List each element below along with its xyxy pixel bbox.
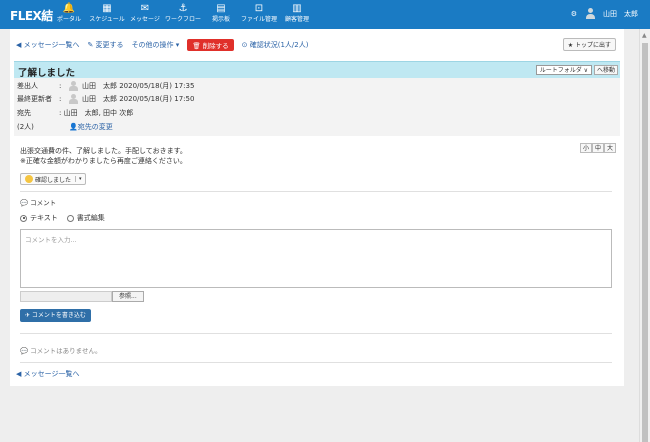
- smiley-icon: [25, 175, 33, 183]
- main-nav: 🔔 ポータル ▦ スケジュール ✉ メッセージ ⚓ ワークフロー ▤ 掲示板 ⊡ ファイル管理 ▥ 顧客管…: [50, 2, 316, 28]
- text-mode-radio[interactable]: [20, 214, 27, 222]
- sender-value: 山田 太郎 2020/05/18(月) 17:35: [82, 82, 195, 90]
- divider: [20, 191, 612, 192]
- browse-button[interactable]: 参照...: [112, 291, 144, 302]
- nav-item-workflow[interactable]: ⚓ ワークフロー: [164, 2, 202, 28]
- comment-header: 💬 コメント: [20, 199, 57, 207]
- nav-label: ポータル: [56, 16, 81, 23]
- mail-icon: ✉: [140, 3, 150, 14]
- font-medium-button[interactable]: 中: [591, 143, 604, 153]
- confirm-status-link[interactable]: ⊙ 確認状況(1人/2人): [242, 40, 309, 50]
- workflow-icon: ⚓: [178, 3, 188, 14]
- message-toolbar: ◀ メッセージ一覧へ ✎ 変更する その他の操作 ▾ 🗑 削除する ⊙ 確認状況…: [16, 38, 616, 52]
- message-detail-panel: ◀ メッセージ一覧へ ✎ 変更する その他の操作 ▾ 🗑 削除する ⊙ 確認状況…: [10, 29, 624, 386]
- user-area: ⚙ 山田 太郎: [571, 8, 638, 20]
- sender-label: 差出人: [17, 82, 38, 90]
- recipients-label: 宛先: [17, 109, 31, 117]
- top-navigation-bar: FLEX結 🔔 ポータル ▦ スケジュール ✉ メッセージ ⚓ ワークフロー ▤ 掲示板 ⊡ ファイル…: [0, 0, 650, 29]
- folder-select[interactable]: ルートフォルダ ∨: [535, 65, 592, 75]
- divider: [20, 362, 612, 363]
- file-icon: ⊡: [254, 3, 264, 14]
- file-path-field[interactable]: [20, 291, 112, 302]
- comment-input[interactable]: コメントを入力...: [20, 229, 612, 288]
- font-size-buttons: 小 中 大: [579, 143, 616, 153]
- bell-icon: 🔔: [62, 3, 76, 14]
- footer-back-to-list-link[interactable]: ◀ メッセージ一覧へ: [16, 369, 79, 379]
- text-mode-label[interactable]: テキスト: [30, 213, 58, 223]
- rich-mode-label[interactable]: 書式編集: [77, 213, 105, 223]
- recipient-count: (2人): [17, 123, 34, 131]
- message-body: 出張交通費の件、了解しました。手配しておきます。 ※正確な金額がわかりましたら再…: [20, 146, 187, 166]
- change-recipients-link[interactable]: 👤宛先の変更: [69, 122, 113, 132]
- nav-label: メッセージ: [130, 16, 160, 23]
- message-meta: 差出人 : 山田 太郎 2020/05/18(月) 17:35 最終更新者 : …: [14, 78, 620, 136]
- nav-label: ファイル管理: [240, 16, 277, 23]
- nav-item-mail[interactable]: ✉ メッセージ: [126, 2, 164, 28]
- nav-item-board[interactable]: ▤ 掲示板: [202, 2, 240, 28]
- back-to-list-link[interactable]: ◀ メッセージ一覧へ: [16, 40, 79, 50]
- no-comments-text: 💬 コメントはありません。: [20, 347, 102, 355]
- message-body-line: 出張交通費の件、了解しました。手配しておきます。: [20, 147, 187, 155]
- colon: :: [59, 95, 62, 103]
- user-avatar-icon: [585, 8, 595, 20]
- message-body-line: ※正確な金額がわかりましたら再度ご連絡ください。: [20, 157, 187, 165]
- nav-label: 掲示板: [211, 16, 230, 23]
- recipients-value: 山田 太郎, 田中 次郎: [63, 109, 134, 117]
- nav-item-calendar[interactable]: ▦ スケジュール: [88, 2, 126, 28]
- settings-icon[interactable]: ⚙: [571, 10, 577, 18]
- message-title: 了解しました: [18, 68, 76, 79]
- book-icon: ▥: [292, 3, 302, 14]
- font-large-button[interactable]: 大: [603, 143, 616, 153]
- nav-item-file[interactable]: ⊡ ファイル管理: [240, 2, 278, 28]
- app-logo[interactable]: FLEX結: [10, 7, 53, 24]
- vertical-scrollbar[interactable]: ▲: [639, 29, 650, 442]
- sender-row: 差出人 : 山田 太郎 2020/05/18(月) 17:35: [17, 80, 194, 92]
- recipients-row: 宛先 : 山田 太郎, 田中 次郎: [17, 107, 133, 119]
- file-attach-row: 参照...: [20, 291, 144, 302]
- nav-label: 顧客管理: [284, 16, 309, 23]
- recipient-count-row: (2人) 👤宛先の変更: [17, 121, 113, 133]
- nav-label: スケジュール: [89, 16, 125, 23]
- rich-mode-radio[interactable]: [66, 214, 74, 222]
- confirm-button[interactable]: 確認しました ▾: [20, 173, 86, 185]
- divider: [20, 333, 612, 334]
- confirm-main[interactable]: 確認しました: [21, 175, 75, 184]
- user-name[interactable]: 山田 太郎: [603, 9, 638, 19]
- sender-avatar-icon: [69, 81, 78, 91]
- updater-value: 山田 太郎 2020/05/18(月) 17:50: [82, 95, 195, 103]
- font-small-button[interactable]: 小: [579, 143, 592, 153]
- nav-item-bell[interactable]: 🔔 ポータル: [50, 2, 88, 28]
- other-actions-dropdown[interactable]: その他の操作 ▾: [132, 40, 180, 50]
- move-button[interactable]: へ移動: [593, 65, 618, 75]
- delete-button[interactable]: 🗑 削除する: [187, 39, 234, 51]
- message-title-bar: 了解しました ルートフォルダ ∨ へ移動: [14, 61, 620, 79]
- updater-label: 最終更新者: [17, 95, 52, 103]
- colon: :: [59, 82, 62, 90]
- updater-avatar-icon: [69, 94, 78, 104]
- confirm-label: 確認しました: [35, 176, 72, 184]
- pin-to-top-button[interactable]: ★ トップに出す: [562, 38, 616, 51]
- confirm-dropdown-caret-icon[interactable]: ▾: [75, 176, 85, 182]
- edit-link[interactable]: ✎ 変更する: [87, 40, 123, 50]
- updater-row: 最終更新者 : 山田 太郎 2020/05/18(月) 17:50: [17, 93, 194, 105]
- board-icon: ▤: [216, 3, 226, 14]
- submit-comment-button[interactable]: ✈ コメントを書き込む: [20, 309, 91, 322]
- calendar-icon: ▦: [102, 3, 112, 14]
- nav-item-book[interactable]: ▥ 顧客管理: [278, 2, 316, 28]
- comment-mode-radios: テキスト 書式編集: [20, 213, 105, 223]
- nav-label: ワークフロー: [164, 16, 201, 23]
- scrollbar-thumb[interactable]: [642, 43, 648, 442]
- scroll-up-arrow-icon[interactable]: ▲: [642, 32, 647, 39]
